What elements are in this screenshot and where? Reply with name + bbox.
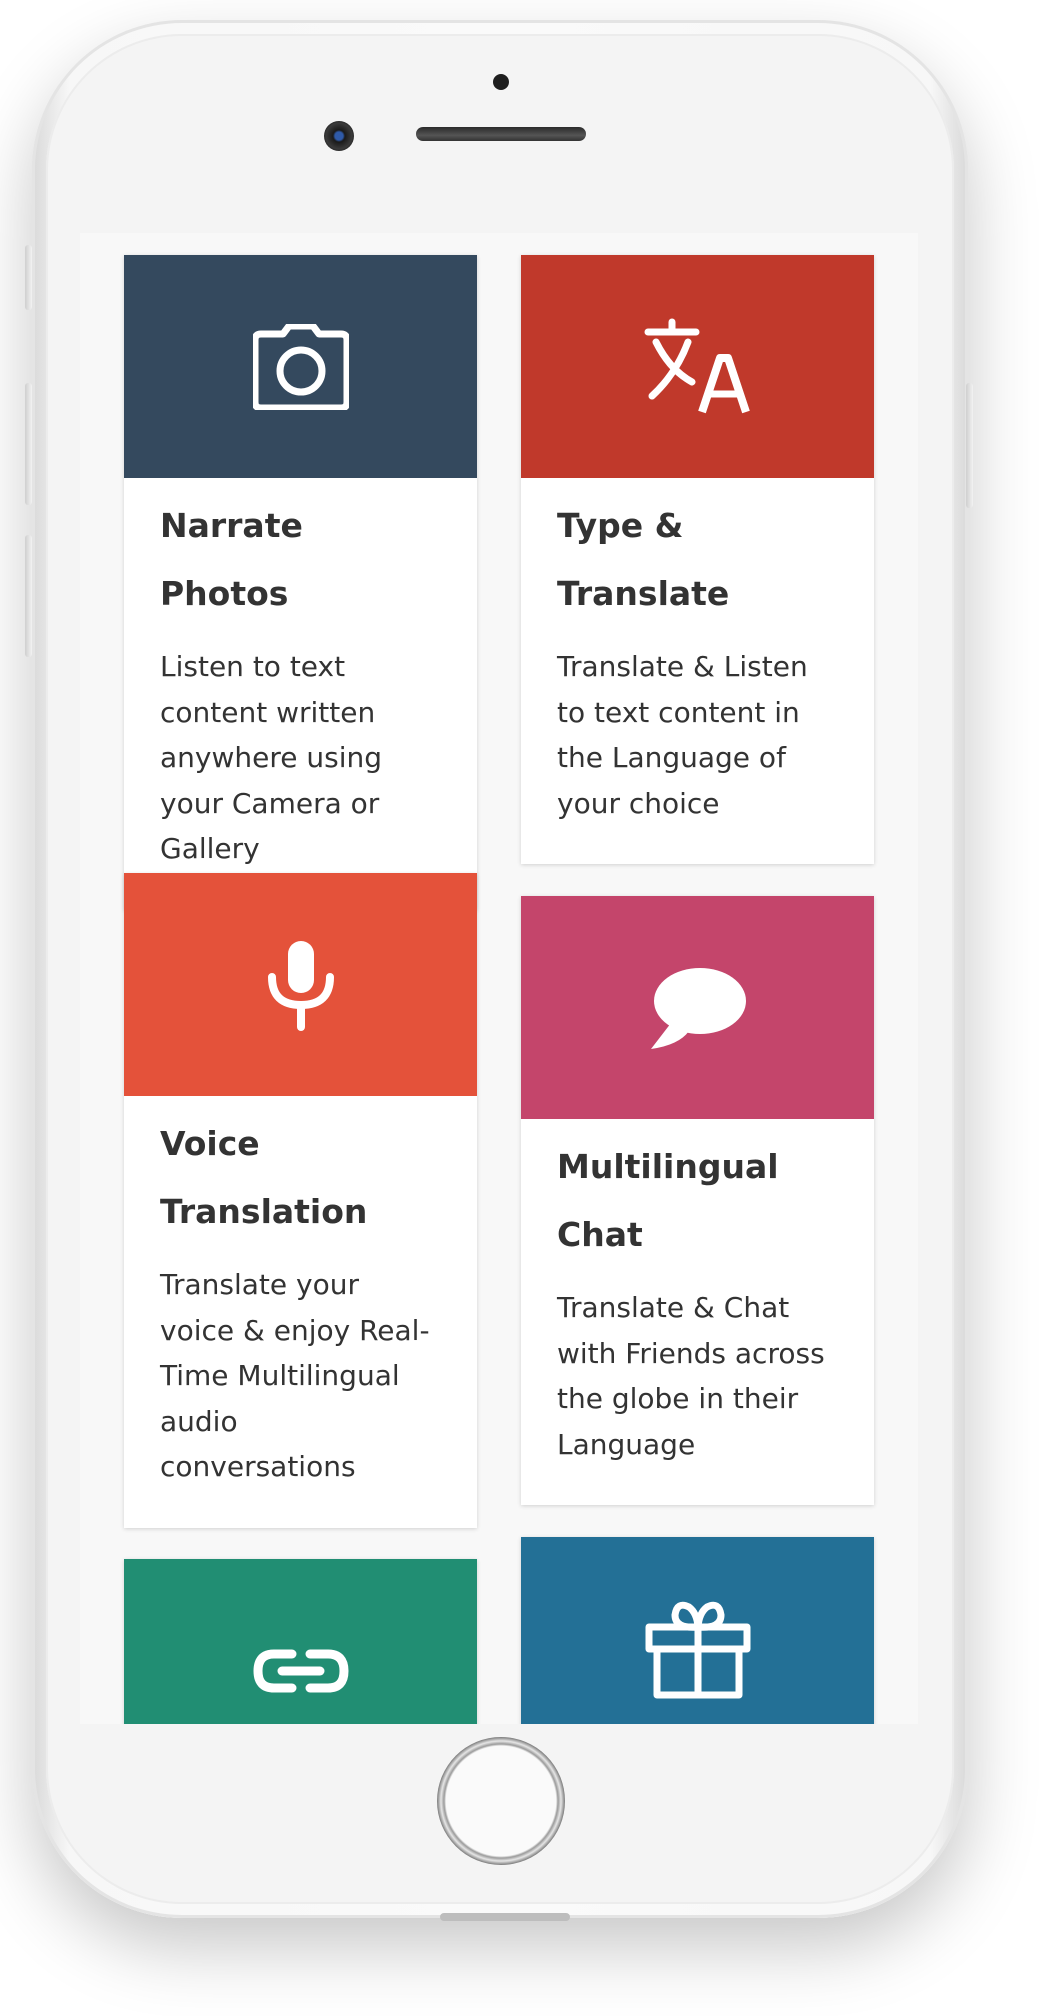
chat-bubble-icon (649, 965, 747, 1051)
card-header-gift (521, 1537, 874, 1724)
card-description: Translate & Listen to text content in th… (557, 650, 808, 820)
feature-card-narrate-photos[interactable]: Narrate Photos Listen to text content wr… (124, 255, 477, 910)
card-title: Narrate Photos (160, 506, 303, 613)
feature-card-gift[interactable] (521, 1537, 874, 1724)
card-header-type-translate (521, 255, 874, 478)
card-description: Translate your voice & enjoy Real-Time M… (160, 1268, 430, 1483)
feature-card-link[interactable] (124, 1559, 477, 1724)
card-header-multilingual-chat (521, 896, 874, 1119)
microphone-icon (266, 939, 336, 1031)
card-header-link (124, 1559, 477, 1724)
gift-icon (645, 1599, 751, 1699)
translate-icon (644, 318, 752, 416)
card-body-narrate-photos: Narrate Photos Listen to text content wr… (124, 478, 477, 910)
link-icon (252, 1646, 350, 1696)
proximity-sensor (493, 74, 509, 90)
front-camera (324, 121, 354, 151)
volume-down-button (25, 535, 32, 657)
card-title: Type & Translate (557, 506, 730, 613)
card-description: Listen to text content written anywhere … (160, 650, 383, 865)
phone-bottom-edge (440, 1913, 570, 1921)
card-header-narrate-photos (124, 255, 477, 478)
home-button (437, 1737, 565, 1865)
card-title: Voice Translation (160, 1124, 368, 1231)
feature-card-voice-translation[interactable]: Voice Translation Translate your voice &… (124, 873, 477, 1528)
camera-icon (252, 323, 349, 410)
earpiece-speaker (416, 127, 586, 141)
card-body-type-translate: Type & Translate Translate & Listen to t… (521, 478, 874, 864)
feature-card-multilingual-chat[interactable]: Multilingual Chat Translate & Chat with … (521, 896, 874, 1505)
card-title: Multilingual Chat (557, 1147, 779, 1254)
card-description: Translate & Chat with Friends across the… (557, 1291, 825, 1461)
card-body-voice-translation: Voice Translation Translate your voice &… (124, 1096, 477, 1528)
power-button (966, 383, 973, 508)
volume-up-button (25, 383, 32, 505)
mute-switch (25, 245, 32, 310)
app-screen[interactable]: Narrate Photos Listen to text content wr… (80, 233, 918, 1724)
feature-card-type-translate[interactable]: Type & Translate Translate & Listen to t… (521, 255, 874, 864)
card-body-multilingual-chat: Multilingual Chat Translate & Chat with … (521, 1119, 874, 1505)
card-header-voice-translation (124, 873, 477, 1096)
